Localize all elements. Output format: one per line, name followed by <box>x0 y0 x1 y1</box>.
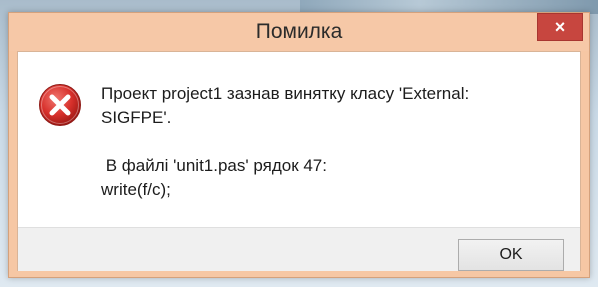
dialog-body: Проект project1 зазнав винятку класу 'Ex… <box>17 51 581 271</box>
message-line: write(f/c); <box>101 180 171 199</box>
error-icon <box>39 84 81 126</box>
error-message: Проект project1 зазнав винятку класу 'Ex… <box>101 82 561 202</box>
message-line: В файлі 'unit1.pas' рядок 47: <box>101 156 327 175</box>
message-line: Проект project1 зазнав винятку класу 'Ex… <box>101 84 470 103</box>
message-area: Проект project1 зазнав винятку класу 'Ex… <box>18 52 580 227</box>
close-icon: × <box>554 16 566 37</box>
message-line: SIGFPE'. <box>101 108 172 127</box>
dialog-title: Помилка <box>255 20 343 43</box>
error-dialog: Помилка × Проект project1 зазнав винятку… <box>8 12 590 278</box>
title-bar[interactable]: Помилка × <box>9 13 589 51</box>
ok-button[interactable]: OK <box>458 239 564 271</box>
button-bar: OK <box>18 227 580 271</box>
close-button[interactable]: × <box>537 13 583 41</box>
